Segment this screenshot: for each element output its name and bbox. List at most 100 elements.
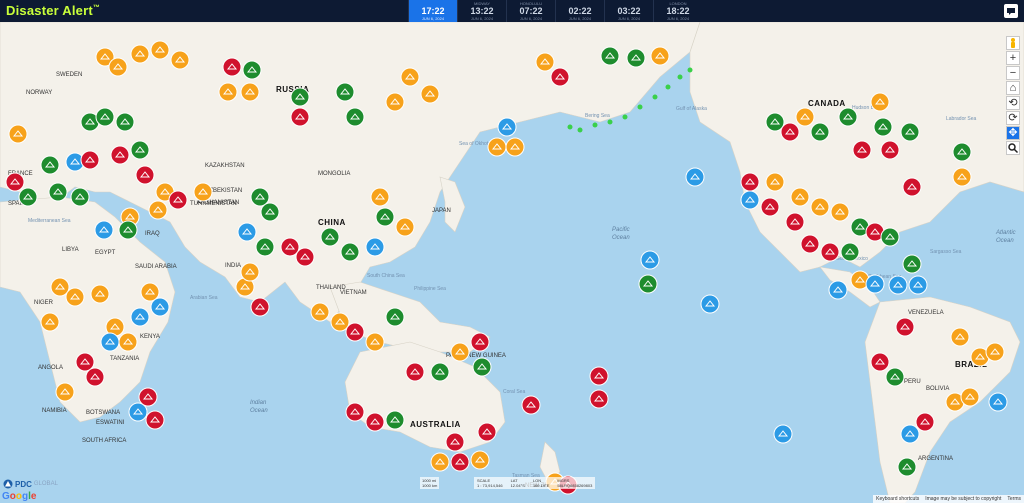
hazard-marker[interactable] <box>145 410 165 430</box>
hazard-marker[interactable] <box>600 46 620 66</box>
hazard-marker[interactable] <box>870 352 890 372</box>
hazard-marker[interactable] <box>370 187 390 207</box>
earthquake-dot[interactable] <box>677 74 683 80</box>
hazard-marker[interactable] <box>18 187 38 207</box>
hazard-marker[interactable] <box>952 142 972 162</box>
hazard-marker[interactable] <box>497 117 517 137</box>
hazard-marker[interactable] <box>470 450 490 470</box>
earthquake-dot[interactable] <box>665 84 671 90</box>
hazard-marker[interactable] <box>985 342 1005 362</box>
hazard-marker[interactable] <box>487 137 507 157</box>
hazard-marker[interactable] <box>840 242 860 262</box>
earthquake-dot[interactable] <box>607 119 613 125</box>
hazard-marker[interactable] <box>626 48 646 68</box>
hazard-marker[interactable] <box>988 392 1008 412</box>
earthquake-dot[interactable] <box>637 104 643 110</box>
home-button[interactable]: ⌂ <box>1006 81 1020 95</box>
hazard-marker[interactable] <box>237 222 257 242</box>
hazard-marker[interactable] <box>505 137 525 157</box>
hazard-marker[interactable] <box>375 207 395 227</box>
hazard-marker[interactable] <box>785 212 805 232</box>
hazard-marker[interactable] <box>255 237 275 257</box>
hazard-marker[interactable] <box>780 122 800 142</box>
hazard-marker[interactable] <box>888 275 908 295</box>
hazard-marker[interactable] <box>765 172 785 192</box>
pan-button[interactable]: ✥ <box>1006 126 1020 140</box>
earthquake-dot[interactable] <box>622 114 628 120</box>
hazard-marker[interactable] <box>880 227 900 247</box>
hazard-marker[interactable] <box>638 274 658 294</box>
hazard-marker[interactable] <box>320 227 340 247</box>
hazard-marker[interactable] <box>450 342 470 362</box>
hazard-marker[interactable] <box>420 84 440 104</box>
hazard-marker[interactable] <box>385 92 405 112</box>
hazard-marker[interactable] <box>535 52 555 72</box>
hazard-marker[interactable] <box>110 145 130 165</box>
hazard-marker[interactable] <box>589 366 609 386</box>
hazard-marker[interactable] <box>95 107 115 127</box>
streetview-button[interactable] <box>1006 36 1020 50</box>
hazard-marker[interactable] <box>80 150 100 170</box>
hazard-marker[interactable] <box>960 387 980 407</box>
hazard-marker[interactable] <box>430 452 450 472</box>
hazard-marker[interactable] <box>345 107 365 127</box>
zoom-in-button[interactable]: + <box>1006 51 1020 65</box>
timezone-clock[interactable]: MIDWAY 13:22 JUN 6, 2024 <box>457 0 506 22</box>
menu-button[interactable] <box>1004 4 1018 18</box>
timezone-clock[interactable]: HONOLULU 07:22 JUN 6, 2024 <box>506 0 555 22</box>
hazard-marker[interactable] <box>240 82 260 102</box>
timezone-clock[interactable]: LONDON 18:22 JUN 6, 2024 <box>653 0 702 22</box>
hazard-marker[interactable] <box>5 172 25 192</box>
hazard-marker[interactable] <box>170 50 190 70</box>
hazard-marker[interactable] <box>450 452 470 472</box>
hazard-marker[interactable] <box>365 332 385 352</box>
hazard-marker[interactable] <box>150 297 170 317</box>
hazard-marker[interactable] <box>915 412 935 432</box>
hazard-marker[interactable] <box>820 242 840 262</box>
hazard-marker[interactable] <box>550 67 570 87</box>
hazard-marker[interactable] <box>472 357 492 377</box>
app-title[interactable]: Disaster Alert™ <box>6 3 100 18</box>
hazard-marker[interactable] <box>395 217 415 237</box>
hazard-marker[interactable] <box>800 234 820 254</box>
hazard-marker[interactable] <box>795 107 815 127</box>
hazard-marker[interactable] <box>865 274 885 294</box>
hazard-marker[interactable] <box>880 140 900 160</box>
hazard-marker[interactable] <box>477 422 497 442</box>
hazard-marker[interactable] <box>650 46 670 66</box>
hazard-marker[interactable] <box>790 187 810 207</box>
search-button[interactable] <box>1006 141 1020 155</box>
timezone-clock[interactable]: 02:22 JUN 6, 2024 <box>555 0 604 22</box>
hazard-marker[interactable] <box>240 262 260 282</box>
hazard-marker[interactable] <box>405 362 425 382</box>
hazard-marker[interactable] <box>150 40 170 60</box>
hazard-marker[interactable] <box>895 317 915 337</box>
hazard-marker[interactable] <box>700 294 720 314</box>
hazard-marker[interactable] <box>85 367 105 387</box>
hazard-marker[interactable] <box>470 332 490 352</box>
hazard-marker[interactable] <box>40 312 60 332</box>
hazard-marker[interactable] <box>55 382 75 402</box>
timezone-clock[interactable]: 03:22 JUN 6, 2024 <box>604 0 653 22</box>
hazard-marker[interactable] <box>760 197 780 217</box>
hazard-marker[interactable] <box>8 124 28 144</box>
hazard-marker[interactable] <box>130 44 150 64</box>
earthquake-dot[interactable] <box>652 94 658 100</box>
hazard-marker[interactable] <box>118 332 138 352</box>
hazard-marker[interactable] <box>902 254 922 274</box>
hazard-marker[interactable] <box>838 107 858 127</box>
hazard-marker[interactable] <box>365 412 385 432</box>
hazard-marker[interactable] <box>70 187 90 207</box>
hazard-marker[interactable] <box>445 432 465 452</box>
hazard-marker[interactable] <box>193 182 213 202</box>
hazard-marker[interactable] <box>148 200 168 220</box>
hazard-marker[interactable] <box>130 307 150 327</box>
hazard-marker[interactable] <box>130 140 150 160</box>
world-map[interactable]: Pacific Ocean Indian Ocean Atlantic Ocea… <box>0 22 1024 503</box>
hazard-marker[interactable] <box>290 87 310 107</box>
hazard-marker[interactable] <box>48 182 68 202</box>
hazard-marker[interactable] <box>260 202 280 222</box>
hazard-marker[interactable] <box>685 167 705 187</box>
hazard-marker[interactable] <box>430 362 450 382</box>
hazard-marker[interactable] <box>830 202 850 222</box>
